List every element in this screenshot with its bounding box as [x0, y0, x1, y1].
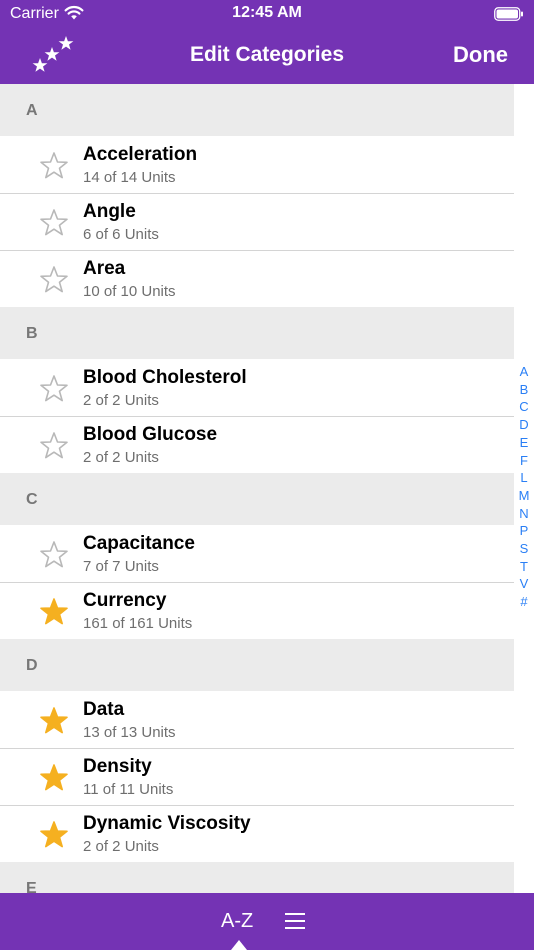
row-divider	[0, 582, 514, 583]
index-letter[interactable]: P	[514, 522, 534, 540]
category-row[interactable]: Angle 6 of 6 Units	[0, 193, 514, 250]
section-header-letter: C	[26, 491, 38, 508]
star-outline-icon[interactable]	[39, 208, 69, 238]
index-letter[interactable]: F	[514, 452, 534, 470]
category-unit-count: 2 of 2 Units	[83, 838, 159, 855]
index-letter[interactable]: C	[514, 398, 534, 416]
status-bar: Carrier 12:45 AM	[0, 0, 534, 28]
index-letter[interactable]: E	[514, 434, 534, 452]
category-unit-count: 2 of 2 Units	[83, 449, 159, 466]
category-unit-count: 161 of 161 Units	[83, 615, 193, 632]
az-sort-tab[interactable]: A-Z	[221, 910, 253, 933]
row-divider	[0, 748, 514, 749]
category-name: Area	[83, 258, 126, 279]
category-unit-count: 2 of 2 Units	[83, 392, 159, 409]
category-name: Blood Glucose	[83, 424, 218, 445]
category-list: A Acceleration 14 of 14 Units Angle 6 of 6 U…	[0, 84, 534, 893]
index-letter[interactable]: D	[514, 416, 534, 434]
star-outline-icon[interactable]	[39, 151, 69, 181]
category-name: Dynamic Viscosity	[83, 813, 251, 834]
star-outline-icon[interactable]	[39, 265, 69, 295]
category-row[interactable]: Acceleration 14 of 14 Units	[0, 136, 514, 193]
done-button[interactable]: Done	[453, 42, 508, 68]
category-unit-count: 11 of 11 Units	[83, 781, 174, 798]
index-letter[interactable]: L	[514, 469, 534, 487]
category-name: Capacitance	[83, 533, 195, 554]
top-bar: Carrier 12:45 AM Edit Categories Done	[0, 0, 534, 84]
category-name: Density	[83, 756, 152, 777]
section-header-letter: A	[26, 102, 38, 119]
index-letter[interactable]: V	[514, 575, 534, 593]
category-unit-count: 6 of 6 Units	[83, 226, 159, 243]
section-header-d: D	[0, 639, 514, 691]
category-unit-count: 10 of 10 Units	[83, 283, 176, 300]
row-divider	[0, 416, 514, 417]
section-header-c: C	[0, 473, 514, 525]
category-name: Data	[83, 699, 125, 720]
clock: 12:45 AM	[232, 4, 302, 21]
category-row[interactable]: Capacitance 7 of 7 Units	[0, 525, 514, 582]
index-letter[interactable]: #	[514, 593, 534, 611]
index-letter[interactable]: T	[514, 558, 534, 576]
star-outline-icon[interactable]	[39, 540, 69, 570]
star-filled-icon[interactable]	[39, 763, 69, 793]
category-row[interactable]: Blood Cholesterol 2 of 2 Units	[0, 359, 514, 416]
navigation-bar: Edit Categories Done	[0, 28, 534, 84]
battery-icon	[494, 7, 524, 26]
star-outline-icon[interactable]	[39, 374, 69, 404]
category-row[interactable]: Data 13 of 13 Units	[0, 691, 514, 748]
section-header-letter: E	[26, 880, 37, 893]
bottom-bar: A-Z	[0, 893, 534, 950]
category-row[interactable]: Dynamic Viscosity 2 of 2 Units	[0, 805, 514, 862]
category-unit-count: 7 of 7 Units	[83, 558, 159, 575]
category-name: Acceleration	[83, 144, 198, 165]
selected-tab-caret	[231, 940, 247, 950]
category-row[interactable]: Currency 161 of 161 Units	[0, 582, 514, 639]
section-header-e: E	[0, 862, 514, 893]
row-divider	[0, 250, 514, 251]
index-letter[interactable]: B	[514, 381, 534, 399]
list-icon[interactable]	[285, 912, 305, 935]
category-name: Angle	[83, 201, 136, 222]
category-unit-count: 14 of 14 Units	[83, 169, 176, 186]
section-index[interactable]: A B C D E F L M N P S T V #	[514, 363, 534, 611]
category-name: Blood Cholesterol	[83, 367, 247, 388]
index-letter[interactable]: S	[514, 540, 534, 558]
star-filled-icon[interactable]	[39, 820, 69, 850]
category-row[interactable]: Area 10 of 10 Units	[0, 250, 514, 307]
category-unit-count: 13 of 13 Units	[83, 724, 176, 741]
category-row[interactable]: Density 11 of 11 Units	[0, 748, 514, 805]
category-name: Currency	[83, 590, 167, 611]
row-divider	[0, 805, 514, 806]
section-header-a: A	[0, 84, 514, 136]
star-outline-icon[interactable]	[39, 431, 69, 461]
index-letter[interactable]: M	[514, 487, 534, 505]
section-header-b: B	[0, 307, 514, 359]
category-row[interactable]: Blood Glucose 2 of 2 Units	[0, 416, 514, 473]
star-filled-icon[interactable]	[39, 597, 69, 627]
section-header-letter: B	[26, 325, 38, 342]
star-filled-icon[interactable]	[39, 706, 69, 736]
index-letter[interactable]: A	[514, 363, 534, 381]
section-header-letter: D	[26, 657, 38, 674]
row-divider	[0, 193, 514, 194]
index-letter[interactable]: N	[514, 505, 534, 523]
